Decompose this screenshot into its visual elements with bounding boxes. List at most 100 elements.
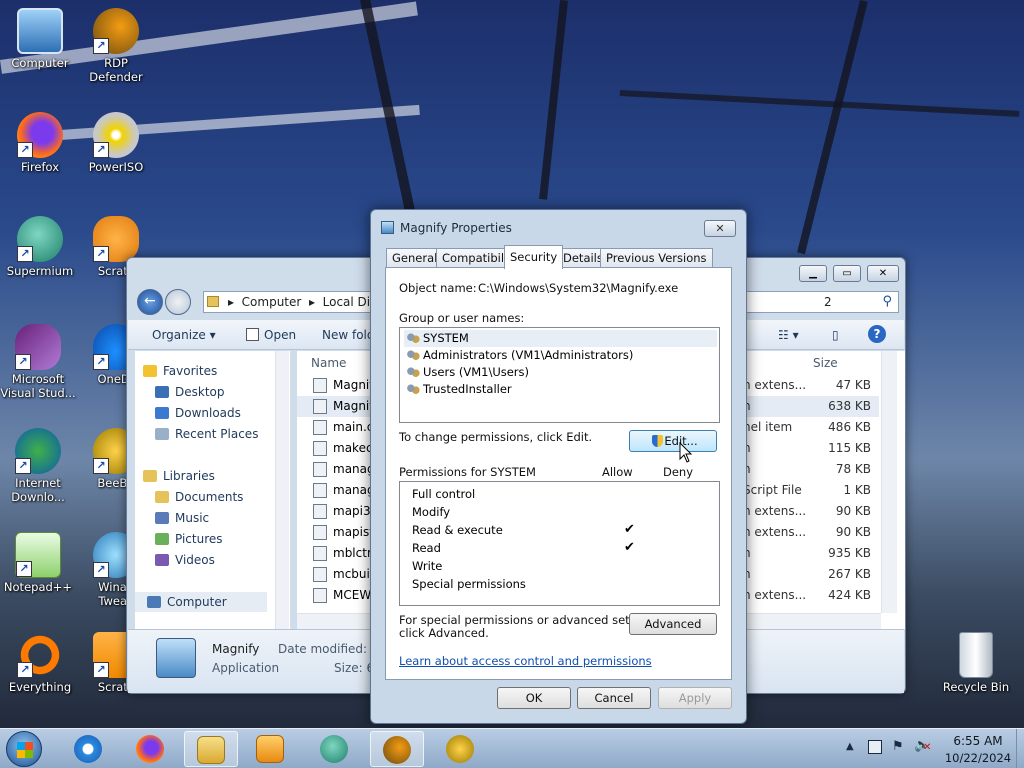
permission-label: Full control: [412, 487, 476, 501]
file-icon: [313, 462, 327, 477]
everything-icon: ↗: [17, 632, 63, 678]
file-size: 424 KB: [828, 588, 871, 602]
file-size: 47 KB: [835, 378, 871, 392]
nav-recent-places[interactable]: Recent Places: [155, 424, 258, 444]
new-folder-button[interactable]: New fold: [322, 328, 375, 342]
user-label: Administrators (VM1\Administrators): [423, 348, 634, 362]
desktop-icon-rdp-defender[interactable]: ↗ RDP Defender: [78, 8, 154, 84]
volume-muted-icon[interactable]: 🔈 ✕: [914, 738, 931, 753]
breadcrumb-local-disk[interactable]: Local Dis: [323, 295, 377, 309]
organize-button[interactable]: Organize ▾: [152, 328, 216, 342]
nav-videos[interactable]: Videos: [155, 550, 215, 570]
desktop-icon-notepadpp[interactable]: ↗ Notepad++: [0, 532, 76, 594]
column-header-size[interactable]: Size: [813, 356, 838, 370]
rdp-defender-icon: [383, 736, 411, 764]
user-label: SYSTEM: [423, 331, 469, 345]
nav-label: Music: [175, 511, 210, 525]
nav-label: Videos: [175, 553, 215, 567]
desktop-icon-everything[interactable]: ↗ Everything: [2, 632, 78, 694]
taskbar-media-player[interactable]: [244, 731, 298, 767]
minimize-button[interactable]: ▁: [799, 265, 827, 282]
column-header-name[interactable]: Name: [311, 356, 346, 370]
help-icon[interactable]: ?: [868, 325, 886, 343]
desktop-icon-visual-studio[interactable]: ↗ Microsoft Visual Stud...: [0, 324, 76, 400]
desktop-icon-label: Everything: [8, 680, 72, 694]
allow-column-header: Allow: [602, 465, 633, 479]
desktop-icon-recycle-bin[interactable]: Recycle Bin: [936, 632, 1016, 694]
back-button[interactable]: ←: [137, 289, 163, 315]
permission-full-control: Full control: [412, 485, 712, 503]
nav-libraries[interactable]: Libraries: [143, 466, 215, 486]
nav-favorites[interactable]: Favorites: [143, 361, 217, 381]
user-list[interactable]: SYSTEM Administrators (VM1\Administrator…: [399, 327, 720, 423]
tab-security[interactable]: Security: [504, 245, 564, 269]
preview-pane-icon[interactable]: ▯: [832, 328, 839, 342]
clock-time[interactable]: 6:55 AM: [946, 734, 1010, 748]
taskbar-internet-explorer[interactable]: [62, 731, 116, 767]
libraries-icon: [143, 470, 157, 482]
taskbar-supermium[interactable]: [308, 731, 362, 767]
advanced-button[interactable]: Advanced: [629, 613, 717, 635]
file-icon: [313, 378, 327, 393]
shortcut-arrow-icon: ↗: [93, 142, 109, 158]
tab-general[interactable]: General: [386, 248, 444, 268]
show-desktop-button[interactable]: [1016, 729, 1024, 768]
desktop-icon-computer[interactable]: Computer: [2, 8, 78, 70]
open-button[interactable]: Open: [264, 328, 296, 342]
desktop-icon-supermium[interactable]: ↗ Supermium: [2, 216, 78, 278]
desktop-icon-poweriso[interactable]: ↗ PowerISO: [78, 112, 154, 174]
taskbar-explorer[interactable]: [184, 731, 238, 767]
taskbar: ▲ ⚑ 🔈 ✕ 6:55 AM 10/22/2024: [0, 728, 1024, 768]
allow-check-icon: ✔: [624, 540, 635, 555]
desktop-icon-idm[interactable]: ↗ Internet Downlo...: [0, 428, 76, 504]
dialog-close-button[interactable]: ✕: [704, 220, 736, 237]
clock-date[interactable]: 10/22/2024: [940, 751, 1016, 765]
deny-column-header: Deny: [663, 465, 694, 479]
nav-computer[interactable]: Computer: [135, 592, 267, 612]
show-hidden-icons[interactable]: ▲: [846, 741, 854, 752]
maximize-button[interactable]: ▭: [833, 265, 861, 282]
desktop-icon-label: Downlo...: [11, 490, 65, 504]
file-name: Magnif: [333, 378, 374, 392]
edit-button[interactable]: Edit...: [629, 430, 717, 452]
access-control-help-link[interactable]: Learn about access control and permissio…: [399, 654, 652, 668]
permissions-header: Permissions for SYSTEM: [399, 465, 536, 479]
taskbar-firefox[interactable]: [124, 731, 178, 767]
permission-label: Write: [412, 559, 443, 573]
nav-downloads[interactable]: Downloads: [155, 403, 241, 423]
users-icon: [406, 366, 420, 379]
shortcut-arrow-icon: ↗: [93, 662, 109, 678]
close-button[interactable]: ✕: [867, 265, 899, 282]
firefox-icon: [136, 735, 164, 763]
forward-button[interactable]: [165, 289, 191, 315]
taskbar-rdp-defender[interactable]: [370, 731, 424, 767]
nav-pictures[interactable]: Pictures: [155, 529, 223, 549]
view-options-icon[interactable]: ☷ ▾: [778, 328, 799, 342]
desktop-icon-label: Internet: [15, 476, 61, 490]
user-item-system[interactable]: SYSTEM: [404, 330, 717, 347]
nav-documents[interactable]: Documents: [155, 487, 243, 507]
taskbar-beebeep[interactable]: [434, 731, 488, 767]
tab-previous-versions[interactable]: Previous Versions: [600, 248, 713, 268]
start-button[interactable]: [6, 731, 42, 767]
nav-scrollbar[interactable]: [275, 351, 289, 629]
cancel-button[interactable]: Cancel: [577, 687, 651, 709]
user-item-administrators[interactable]: Administrators (VM1\Administrators): [404, 347, 717, 364]
firefox-icon: ↗: [17, 112, 63, 158]
file-size: 935 KB: [828, 546, 871, 560]
user-item-trustedinstaller[interactable]: TrustedInstaller: [404, 381, 717, 398]
search-icon[interactable]: ⚲: [882, 292, 892, 312]
file-list-scrollbar[interactable]: [881, 351, 897, 613]
nav-music[interactable]: Music: [155, 508, 209, 528]
action-center-flag-icon[interactable]: ⚑: [892, 739, 904, 754]
breadcrumb-computer[interactable]: Computer: [242, 295, 302, 309]
file-name: mcbuil: [333, 567, 374, 581]
ok-button[interactable]: OK: [497, 687, 571, 709]
network-icon[interactable]: [868, 740, 882, 754]
shortcut-arrow-icon: ↗: [15, 354, 31, 370]
user-item-users[interactable]: Users (VM1\Users): [404, 364, 717, 381]
permission-modify: Modify: [412, 503, 712, 521]
nav-desktop[interactable]: Desktop: [155, 382, 225, 402]
desktop-icon-firefox[interactable]: ↗ Firefox: [2, 112, 78, 174]
nav-label: Favorites: [163, 364, 218, 378]
